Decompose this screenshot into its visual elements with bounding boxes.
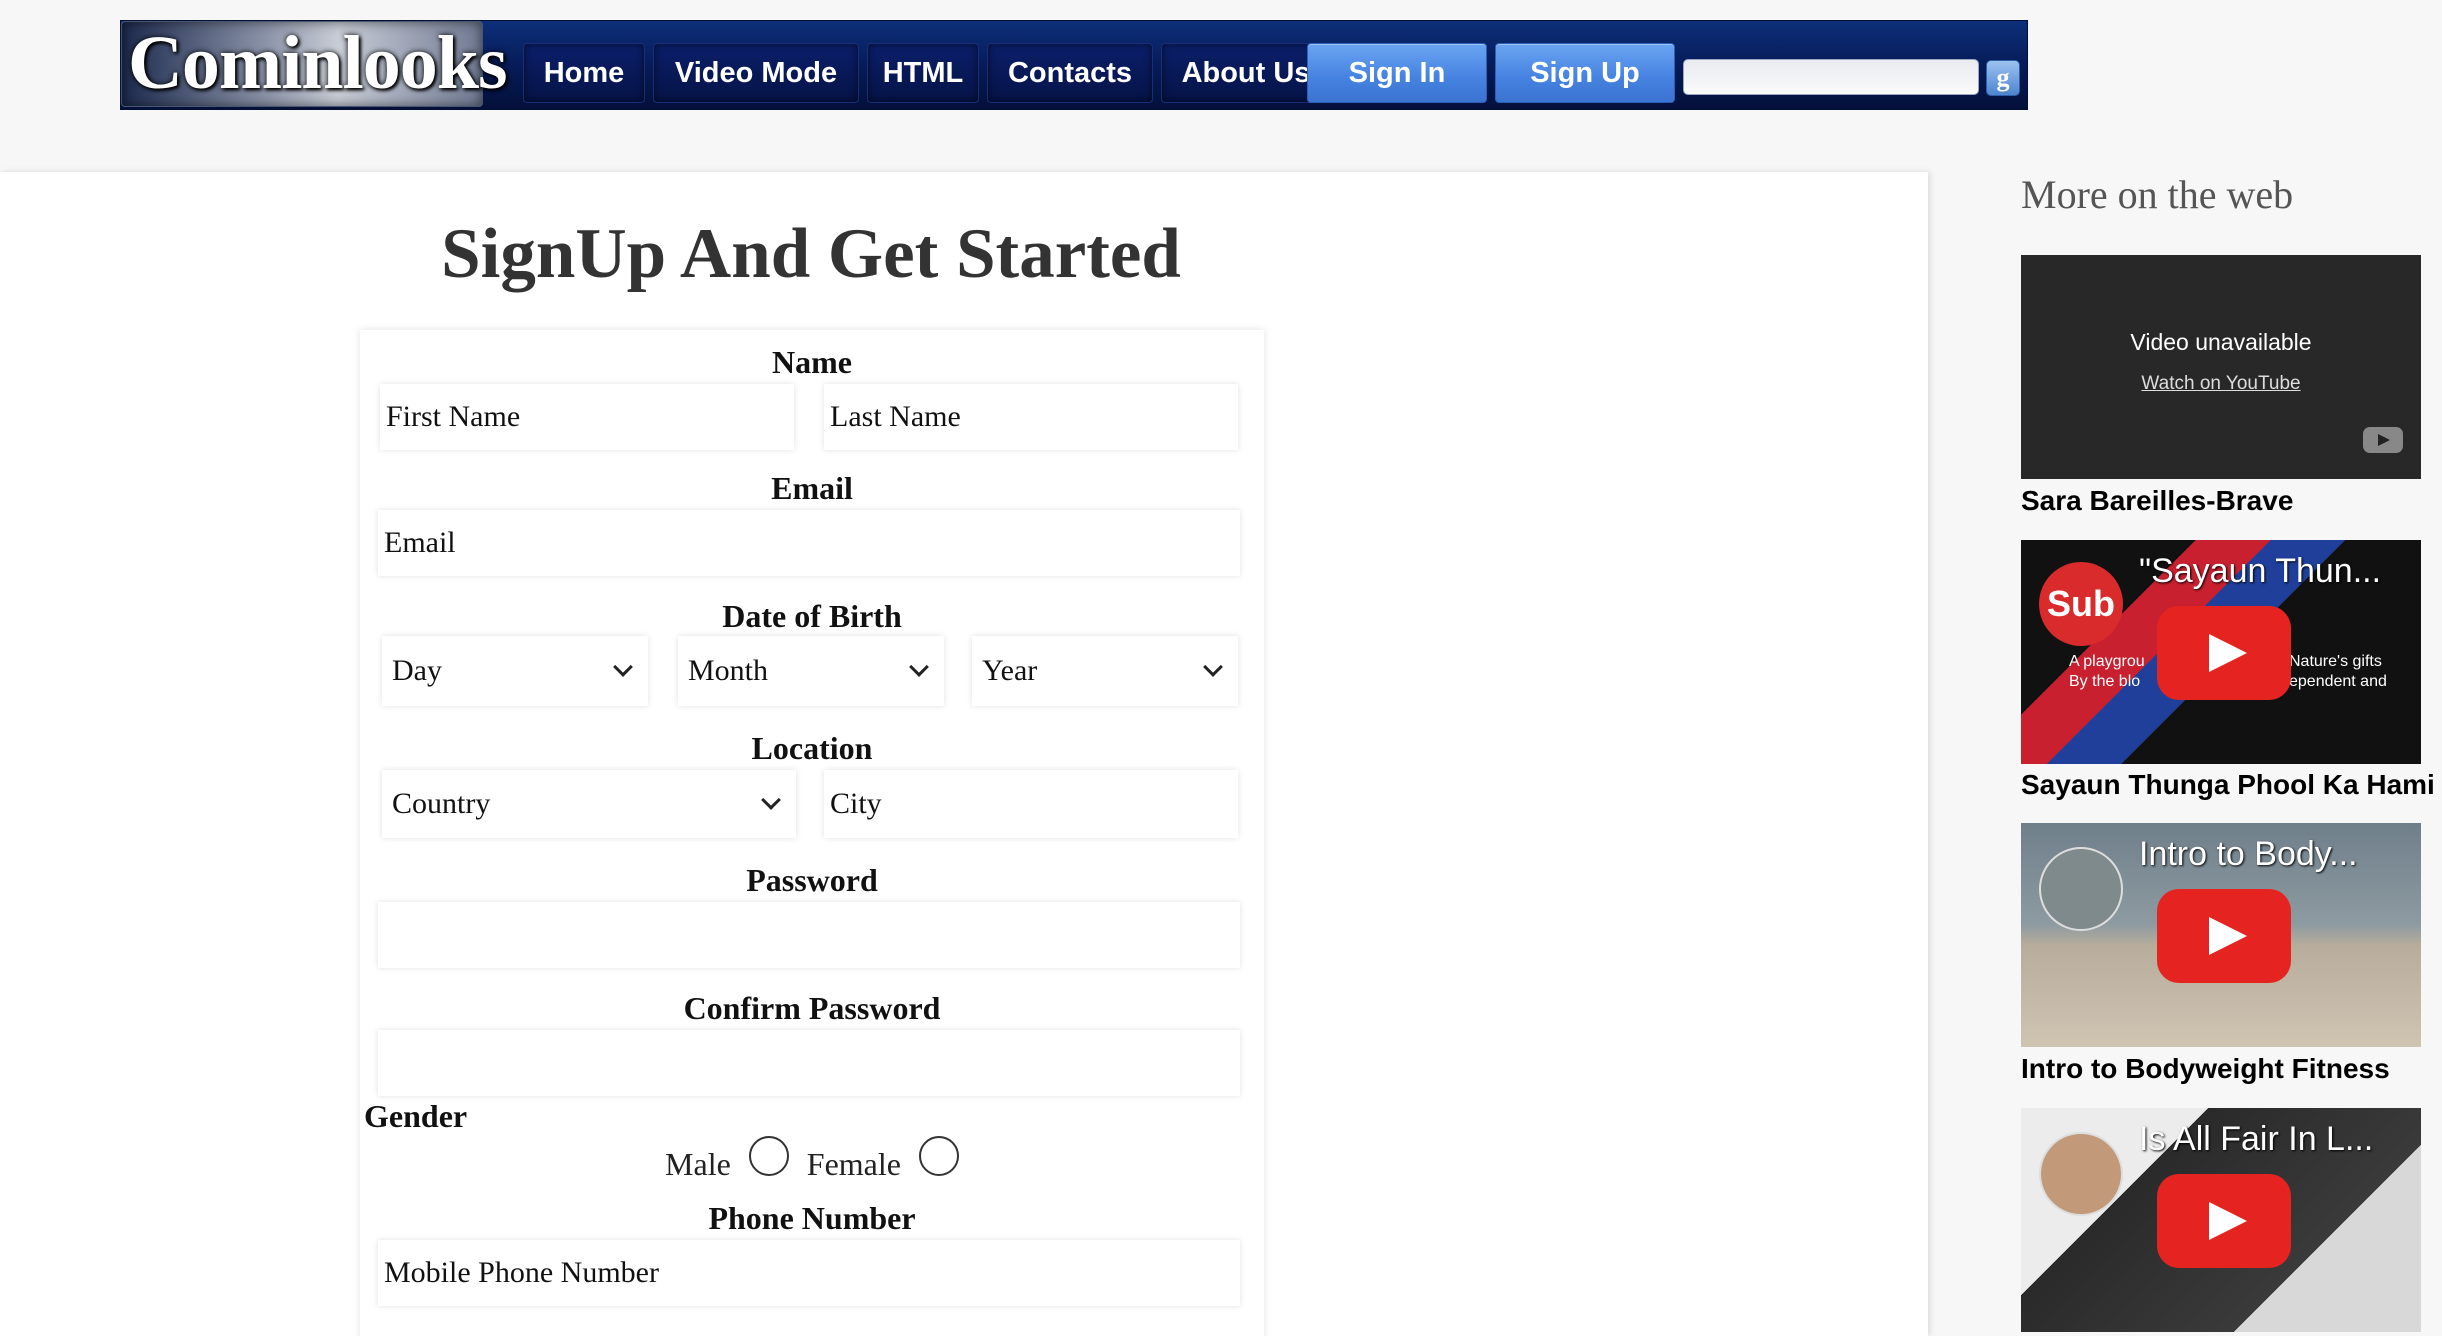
date-of-birth-label: Date of Birth: [722, 598, 902, 634]
sign-up-button[interactable]: Sign Up: [1495, 43, 1675, 103]
email-input[interactable]: Email: [378, 510, 1240, 576]
location-label: Location: [751, 730, 873, 766]
video-text-right-1: Nature's gifts: [2289, 653, 2382, 670]
country-select-value: Country: [392, 787, 491, 820]
female-radio[interactable]: [918, 1135, 959, 1176]
video-embed-4[interactable]: Is All Fair In L...: [2021, 1108, 2421, 1332]
email-placeholder: Email: [384, 526, 456, 559]
video-title-overlay: Intro to Body...: [2139, 835, 2358, 873]
year-select-value: Year: [982, 654, 1038, 687]
confirm-password-label: Confirm Password: [683, 990, 941, 1026]
video-unavailable-text: Video unavailable: [2130, 329, 2312, 355]
video-caption-1[interactable]: Sara Bareilles-Brave: [2021, 485, 2442, 517]
month-select[interactable]: Month: [678, 636, 944, 706]
video-caption-3[interactable]: Intro to Bodyweight Fitness: [2021, 1053, 2442, 1085]
phone-placeholder: Mobile Phone Number: [384, 1256, 659, 1289]
video-text-right-2: ependent and: [2289, 673, 2387, 690]
channel-avatar: [2039, 847, 2123, 931]
password-input[interactable]: [378, 902, 1240, 968]
video-embed-1[interactable]: Video unavailable Watch on YouTube: [2021, 255, 2421, 479]
confirm-password-input[interactable]: [378, 1030, 1240, 1096]
nav-contacts[interactable]: Contacts: [987, 43, 1153, 103]
video-embed-2[interactable]: Sub "Sayaun Thun... A playgrou By the bl…: [2021, 540, 2421, 764]
last-name-input[interactable]: Last Name: [824, 384, 1238, 450]
youtube-logo-icon: [2363, 427, 2403, 453]
gender-radio-group: Male Female: [360, 1135, 1264, 1183]
gender-label: Gender: [364, 1098, 468, 1134]
page-title: SignUp And Get Started: [441, 215, 1181, 293]
day-select[interactable]: Day: [382, 636, 648, 706]
play-button-icon[interactable]: [2157, 889, 2291, 983]
logo-text: Cominlooks: [128, 21, 508, 105]
chevron-down-icon: [761, 790, 781, 810]
first-name-input[interactable]: First Name: [380, 384, 794, 450]
sidebar-more-on-web: More on the web Video unavailable Watch …: [1972, 133, 2442, 1336]
nav-about-us[interactable]: About Us: [1161, 43, 1331, 103]
day-select-value: Day: [392, 654, 442, 687]
chevron-down-icon: [909, 657, 929, 677]
video-text-left-1: A playgrou: [2069, 653, 2145, 670]
watch-on-youtube-link[interactable]: Watch on YouTube: [2021, 373, 2421, 395]
phone-number-input[interactable]: Mobile Phone Number: [378, 1240, 1240, 1306]
first-name-placeholder: First Name: [386, 400, 521, 433]
video-embed-3[interactable]: Intro to Body...: [2021, 823, 2421, 1047]
nav-video-mode[interactable]: Video Mode: [653, 43, 859, 103]
video-title-overlay: Is All Fair In L...: [2139, 1120, 2374, 1158]
male-radio[interactable]: [748, 1135, 789, 1176]
country-select[interactable]: Country: [382, 770, 796, 838]
year-select[interactable]: Year: [972, 636, 1238, 706]
last-name-placeholder: Last Name: [830, 400, 961, 433]
search-input[interactable]: [1683, 59, 1979, 95]
video-title-overlay: "Sayaun Thun...: [2139, 552, 2382, 590]
nav-home[interactable]: Home: [523, 43, 645, 103]
chevron-down-icon: [613, 657, 633, 677]
video-caption-2[interactable]: Sayaun Thunga Phool Ka Hami: [2021, 769, 2442, 801]
play-button-icon[interactable]: [2157, 1174, 2291, 1268]
play-button-icon[interactable]: [2157, 606, 2291, 700]
name-label: Name: [772, 344, 852, 380]
nav-html[interactable]: HTML: [867, 43, 979, 103]
video-text-left-2: By the blo: [2069, 673, 2141, 690]
month-select-value: Month: [688, 654, 769, 687]
female-label: Female: [806, 1146, 901, 1182]
signup-form: Name First Name Last Name Email Email Da…: [360, 330, 1264, 1336]
male-label: Male: [665, 1146, 731, 1182]
google-search-icon[interactable]: g: [1986, 60, 2020, 96]
city-input[interactable]: City: [824, 770, 1238, 838]
email-label: Email: [771, 470, 853, 506]
password-label: Password: [746, 862, 878, 898]
sign-in-button[interactable]: Sign In: [1307, 43, 1487, 103]
channel-avatar: Sub: [2039, 562, 2123, 646]
city-placeholder: City: [830, 787, 882, 820]
phone-number-label: Phone Number: [708, 1200, 916, 1236]
main-content-panel: SignUp And Get Started Name First Name L…: [0, 172, 1928, 1336]
chevron-down-icon: [1203, 657, 1223, 677]
site-logo[interactable]: Cominlooks: [121, 21, 508, 107]
sidebar-title: More on the web: [2021, 172, 2294, 217]
channel-avatar: [2039, 1132, 2123, 1216]
